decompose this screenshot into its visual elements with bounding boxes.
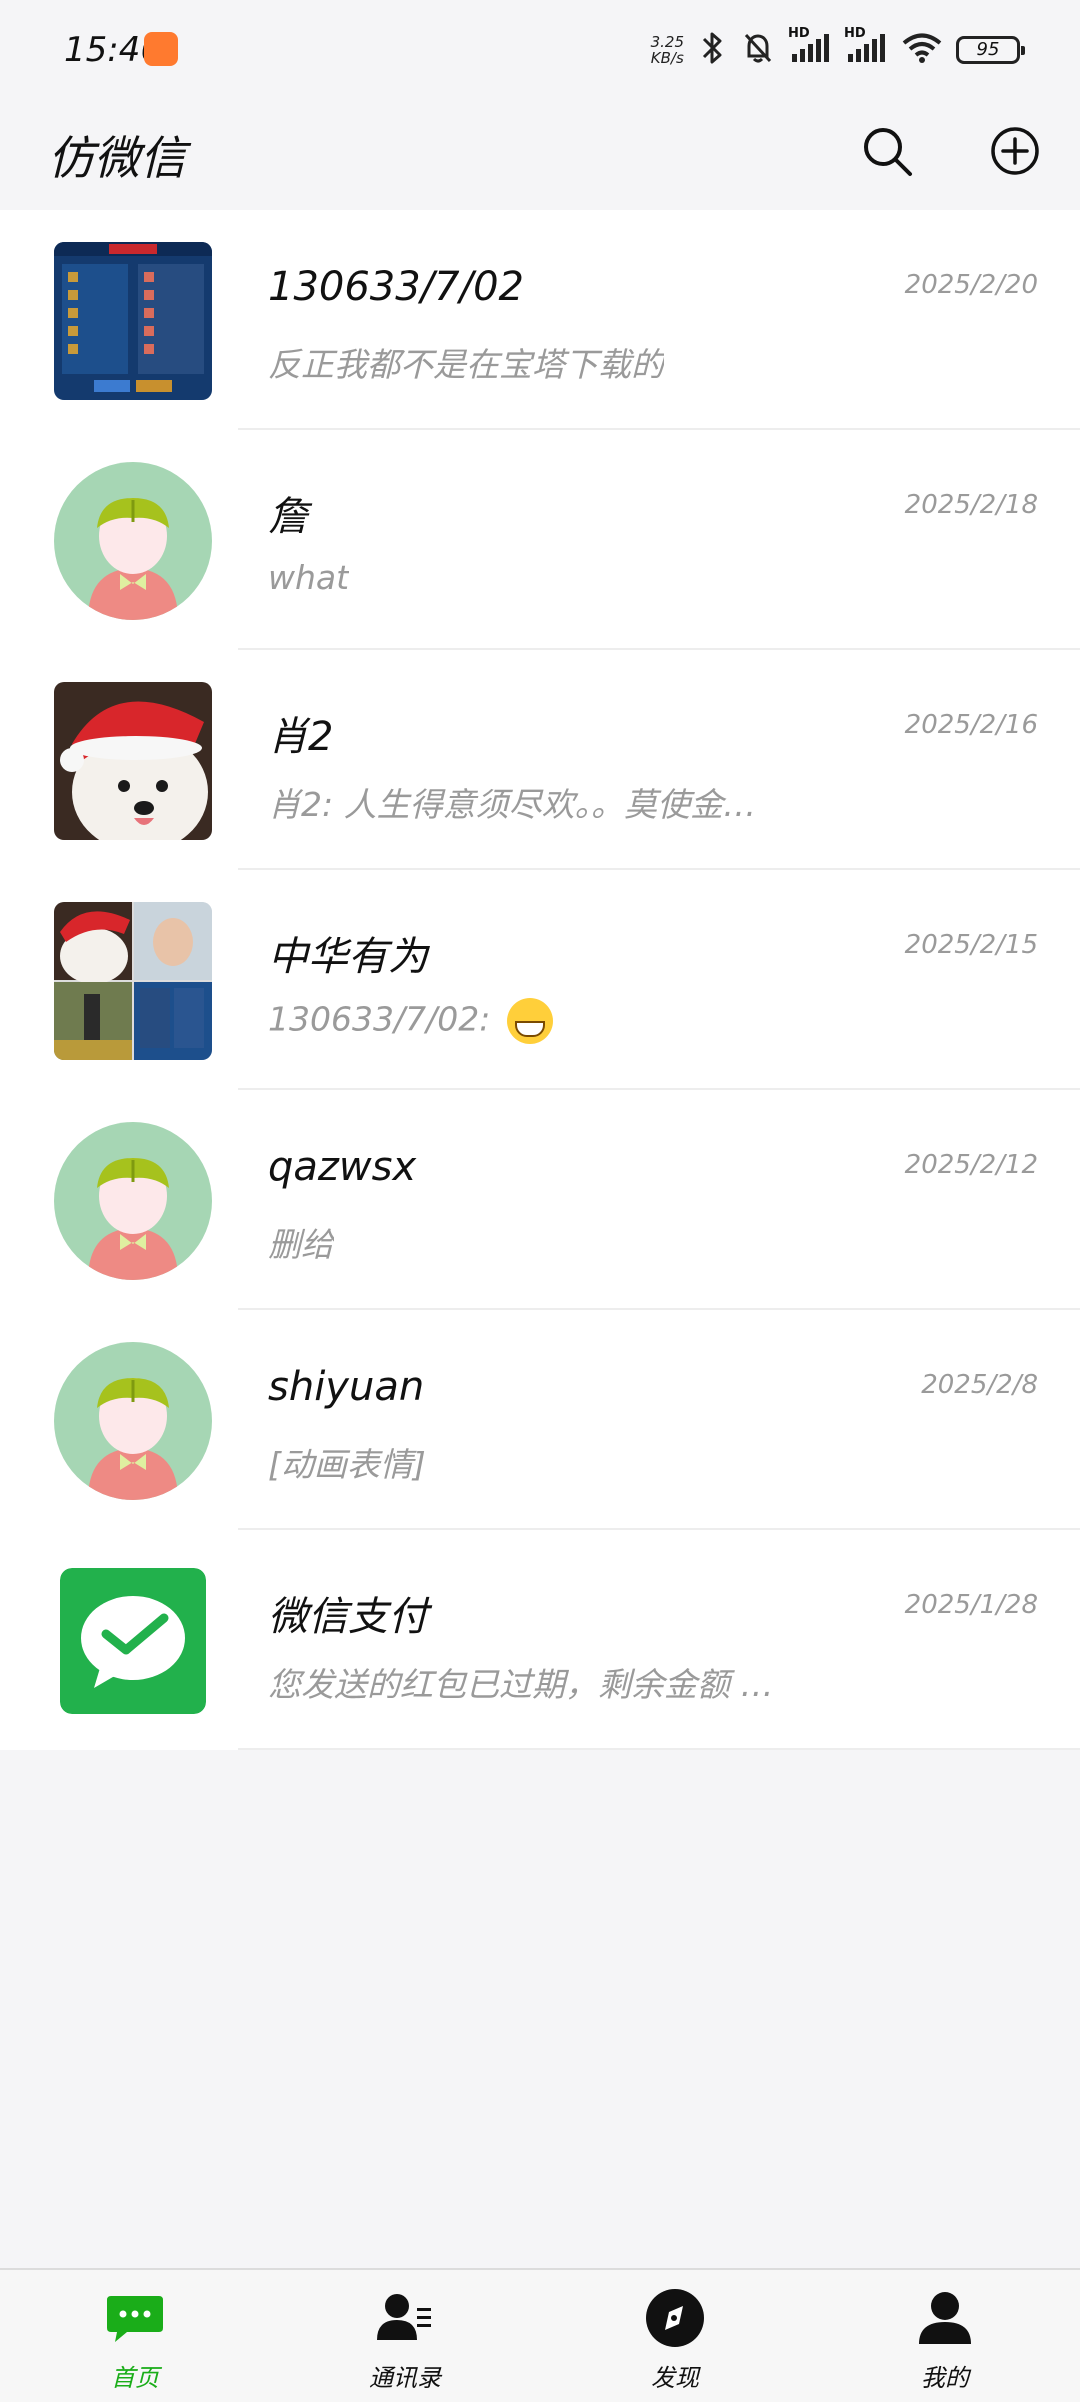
network-speed-value: 3.25 (650, 33, 684, 51)
tab-contacts-label: 通讯录 (369, 2364, 441, 2392)
chat-last-message: what (268, 558, 350, 597)
signal-icon-1: HD (788, 26, 832, 70)
chat-item[interactable]: 肖2 2025/2/16 肖2: 人生得意须尽欢。。莫使金… (0, 650, 1080, 870)
chat-name: shiyuan (268, 1364, 425, 1410)
default-cartoon-avatar (54, 1122, 212, 1280)
chat-item[interactable]: 詹 2025/2/18 what (0, 430, 1080, 650)
default-cartoon-avatar (54, 1342, 212, 1500)
tab-me-label: 我的 (921, 2364, 969, 2392)
person-icon (915, 2288, 975, 2348)
chat-time: 2025/1/28 (904, 1590, 1038, 1620)
chat-last-message: 删给 (268, 1225, 334, 1264)
signal-label-1: HD (788, 26, 810, 41)
signal-icon-2: HD (844, 26, 888, 70)
divider (238, 1748, 1080, 1750)
signal-label-2: HD (844, 26, 866, 41)
chat-item[interactable]: qazwsx 2025/2/12 删给 (0, 1090, 1080, 1310)
chat-bubble-icon (105, 2288, 165, 2348)
chat-time: 2025/2/8 (921, 1370, 1038, 1400)
shopping-app-icon (144, 32, 178, 66)
chat-name: qazwsx (268, 1144, 417, 1190)
chat-time: 2025/2/15 (904, 930, 1038, 960)
chat-name: 130633/7/02 (268, 264, 524, 310)
tab-discover-label: 发现 (651, 2364, 699, 2392)
dog-with-santa-hat-avatar (54, 682, 212, 840)
add-button[interactable] (980, 118, 1050, 188)
chat-item[interactable]: shiyuan 2025/2/8 [动画表情] (0, 1310, 1080, 1530)
search-button[interactable] (852, 118, 922, 188)
chat-last-message: 130633/7/02: (268, 998, 553, 1044)
chat-item[interactable]: 微信支付 2025/1/28 您发送的红包已过期，剩余金额 … (0, 1530, 1080, 1750)
status-icons: 3.25 KB/s HD HD 95 (651, 26, 1025, 74)
chat-item[interactable]: 130633/7/02 2025/2/20 反正我都不是在宝塔下载的 (0, 210, 1080, 430)
chat-name: 中华有为 (268, 934, 428, 980)
wechat-pay-logo (60, 1568, 206, 1714)
compass-icon (645, 2288, 705, 2348)
search-icon (859, 123, 915, 183)
chat-time: 2025/2/12 (904, 1150, 1038, 1180)
default-cartoon-avatar (54, 462, 212, 620)
tab-discover[interactable]: 发现 (540, 2270, 810, 2402)
grinning-face-emoji (506, 998, 553, 1044)
app-bar: 仿微信 (0, 100, 1080, 210)
tab-home[interactable]: 首页 (0, 2270, 270, 2402)
bluetooth-icon (696, 30, 728, 70)
game-screenshot-avatar (54, 242, 212, 400)
chat-time: 2025/2/20 (904, 270, 1038, 300)
add-circle-icon (989, 125, 1041, 181)
chat-name: 微信支付 (268, 1594, 428, 1640)
chat-last-message: 反正我都不是在宝塔下载的 (268, 345, 664, 384)
tab-me[interactable]: 我的 (810, 2270, 1080, 2402)
tab-contacts[interactable]: 通讯录 (270, 2270, 540, 2402)
chat-time: 2025/2/18 (904, 490, 1038, 520)
chat-name: 詹 (268, 494, 308, 540)
bottom-navigation: 首页 通讯录 发现 我的 (0, 2268, 1080, 2402)
battery-indicator: 95 (956, 36, 1025, 64)
chat-name: 肖2 (268, 714, 334, 760)
chat-last-message-text: 130633/7/02: (268, 999, 501, 1039)
tab-home-label: 首页 (111, 2364, 159, 2392)
wifi-icon (900, 30, 944, 70)
network-speed-unit: KB/s (650, 49, 684, 67)
status-bar: 15:46 3.25 KB/s HD HD 95 (0, 0, 1080, 100)
contacts-icon (375, 2288, 435, 2348)
chat-time: 2025/2/16 (904, 710, 1038, 740)
chat-item[interactable]: 中华有为 2025/2/15 130633/7/02: (0, 870, 1080, 1090)
page-title: 仿微信 (48, 131, 186, 185)
chat-list: 130633/7/02 2025/2/20 反正我都不是在宝塔下载的 詹 202… (0, 210, 1080, 1750)
chat-last-message: 肖2: 人生得意须尽欢。。莫使金… (268, 785, 757, 824)
chat-last-message: [动画表情] (268, 1445, 426, 1484)
muted-bell-icon (740, 30, 776, 70)
group-collage-avatar (54, 902, 212, 1060)
network-speed: 3.25 KB/s (651, 34, 684, 66)
chat-last-message: 您发送的红包已过期，剩余金额 … (268, 1665, 774, 1704)
